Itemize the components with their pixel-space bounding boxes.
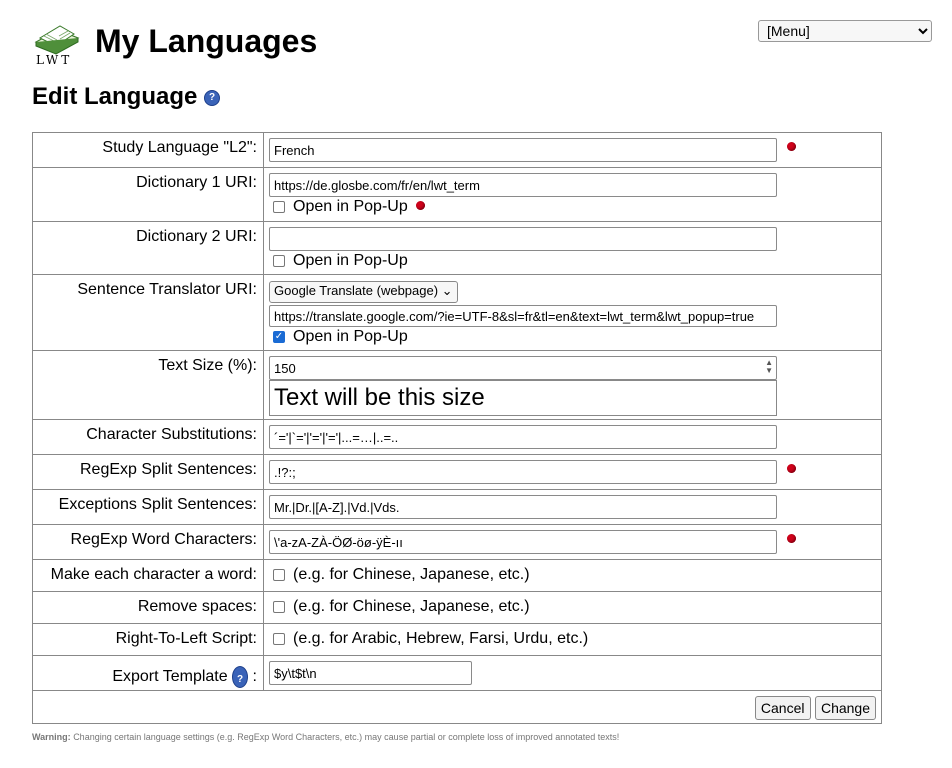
sentence-translator-label: Sentence Translator URI: xyxy=(77,281,257,298)
question-icon[interactable]: ? xyxy=(232,665,249,688)
text-size-preview: Text will be this size xyxy=(269,380,777,416)
each-character-word-checkbox[interactable] xyxy=(273,569,285,581)
row-dictionary-1: Dictionary 1 URI: Open in Pop-Up xyxy=(32,167,882,222)
exceptions-split-sentences-input[interactable] xyxy=(269,495,777,519)
exceptions-split-sentences-label: Exceptions Split Sentences: xyxy=(58,496,257,513)
row-buttons: Cancel Change xyxy=(32,690,882,724)
row-text-size: Text Size (%): ▲▼ Text will be this size xyxy=(32,350,882,420)
change-button[interactable]: Change xyxy=(814,696,876,720)
dictionary-1-input[interactable] xyxy=(269,173,777,197)
page-title: My Languages xyxy=(95,23,318,59)
warning-prefix: Warning: xyxy=(32,732,71,742)
translator-select-value: Google Translate (webpage) xyxy=(274,283,439,298)
language-form: Study Language "L2": Dictionary 1 URI: O… xyxy=(32,132,882,724)
dictionary-1-popup-checkbox[interactable] xyxy=(273,201,285,213)
main-menu-select[interactable]: [Menu] xyxy=(758,20,932,42)
row-sentence-translator: Sentence Translator URI: Google Translat… xyxy=(32,274,882,351)
section-title: Edit Language xyxy=(32,83,198,110)
row-right-to-left: Right-To-Left Script: (e.g. for Arabic, … xyxy=(32,623,882,656)
dictionary-1-label: Dictionary 1 URI: xyxy=(136,174,257,191)
dictionary-2-label: Dictionary 2 URI: xyxy=(136,228,257,245)
spinner-icon[interactable]: ▲ ▼ xyxy=(765,359,773,375)
remove-spaces-hint: (e.g. for Chinese, Japanese, etc.) xyxy=(293,598,530,615)
dictionary-1-popup-label: Open in Pop-Up xyxy=(293,198,408,215)
study-language-label: Study Language "L2": xyxy=(102,139,257,156)
row-regexp-word-characters: RegExp Word Characters: xyxy=(32,524,882,560)
translator-popup-label: Open in Pop-Up xyxy=(293,328,408,345)
text-size-label: Text Size (%): xyxy=(158,357,257,374)
warning-text: Changing certain language settings (e.g.… xyxy=(73,732,620,742)
chevron-down-icon: ⌄ xyxy=(441,283,453,298)
logo-text: LWT xyxy=(36,53,73,67)
each-character-word-label: Make each character a word: xyxy=(50,566,257,583)
right-to-left-checkbox[interactable] xyxy=(273,633,285,645)
export-template-label: Export Template xyxy=(112,668,228,685)
study-language-input[interactable] xyxy=(269,138,777,162)
dictionary-2-input[interactable] xyxy=(269,227,777,251)
row-each-character-word: Make each character a word: (e.g. for Ch… xyxy=(32,559,882,592)
dictionary-2-popup-checkbox[interactable] xyxy=(273,255,285,267)
warning-note: Warning: Changing certain language setti… xyxy=(32,732,619,742)
regexp-word-characters-label: RegExp Word Characters: xyxy=(70,531,257,548)
row-remove-spaces: Remove spaces: (e.g. for Chinese, Japane… xyxy=(32,591,882,624)
translator-popup-checkbox[interactable]: ✓ xyxy=(273,331,285,343)
export-template-label-wrap: Export Template ? : xyxy=(112,656,257,688)
row-regexp-split-sentences: RegExp Split Sentences: xyxy=(32,454,882,490)
translator-select[interactable]: Google Translate (webpage) ⌄ xyxy=(269,281,458,303)
required-icon xyxy=(787,534,797,543)
remove-spaces-checkbox[interactable] xyxy=(273,601,285,613)
each-character-word-hint: (e.g. for Chinese, Japanese, etc.) xyxy=(293,566,530,583)
cancel-button[interactable]: Cancel xyxy=(754,696,811,720)
regexp-split-sentences-input[interactable] xyxy=(269,460,777,484)
character-substitutions-input[interactable] xyxy=(269,425,777,449)
right-to-left-label: Right-To-Left Script: xyxy=(115,630,257,647)
row-export-template: Export Template ? : xyxy=(32,655,882,691)
right-to-left-hint: (e.g. for Arabic, Hebrew, Farsi, Urdu, e… xyxy=(293,630,589,647)
required-icon xyxy=(787,464,797,473)
export-template-input[interactable] xyxy=(269,661,472,685)
row-character-substitutions: Character Substitutions: xyxy=(32,419,882,455)
export-template-label-suffix: : xyxy=(252,668,257,685)
dictionary-2-popup-label: Open in Pop-Up xyxy=(293,252,408,269)
regexp-split-sentences-label: RegExp Split Sentences: xyxy=(80,461,257,478)
regexp-word-characters-input[interactable] xyxy=(269,530,777,554)
required-icon xyxy=(416,201,426,210)
question-icon[interactable]: ? xyxy=(204,90,220,106)
required-icon xyxy=(787,142,797,151)
row-exceptions-split-sentences: Exceptions Split Sentences: xyxy=(32,489,882,525)
sentence-translator-input[interactable] xyxy=(269,305,777,327)
remove-spaces-label: Remove spaces: xyxy=(137,598,257,615)
text-size-input[interactable] xyxy=(269,356,777,380)
character-substitutions-label: Character Substitutions: xyxy=(86,426,257,443)
row-dictionary-2: Dictionary 2 URI: Open in Pop-Up xyxy=(32,221,882,275)
row-study-language: Study Language "L2": xyxy=(32,132,882,168)
